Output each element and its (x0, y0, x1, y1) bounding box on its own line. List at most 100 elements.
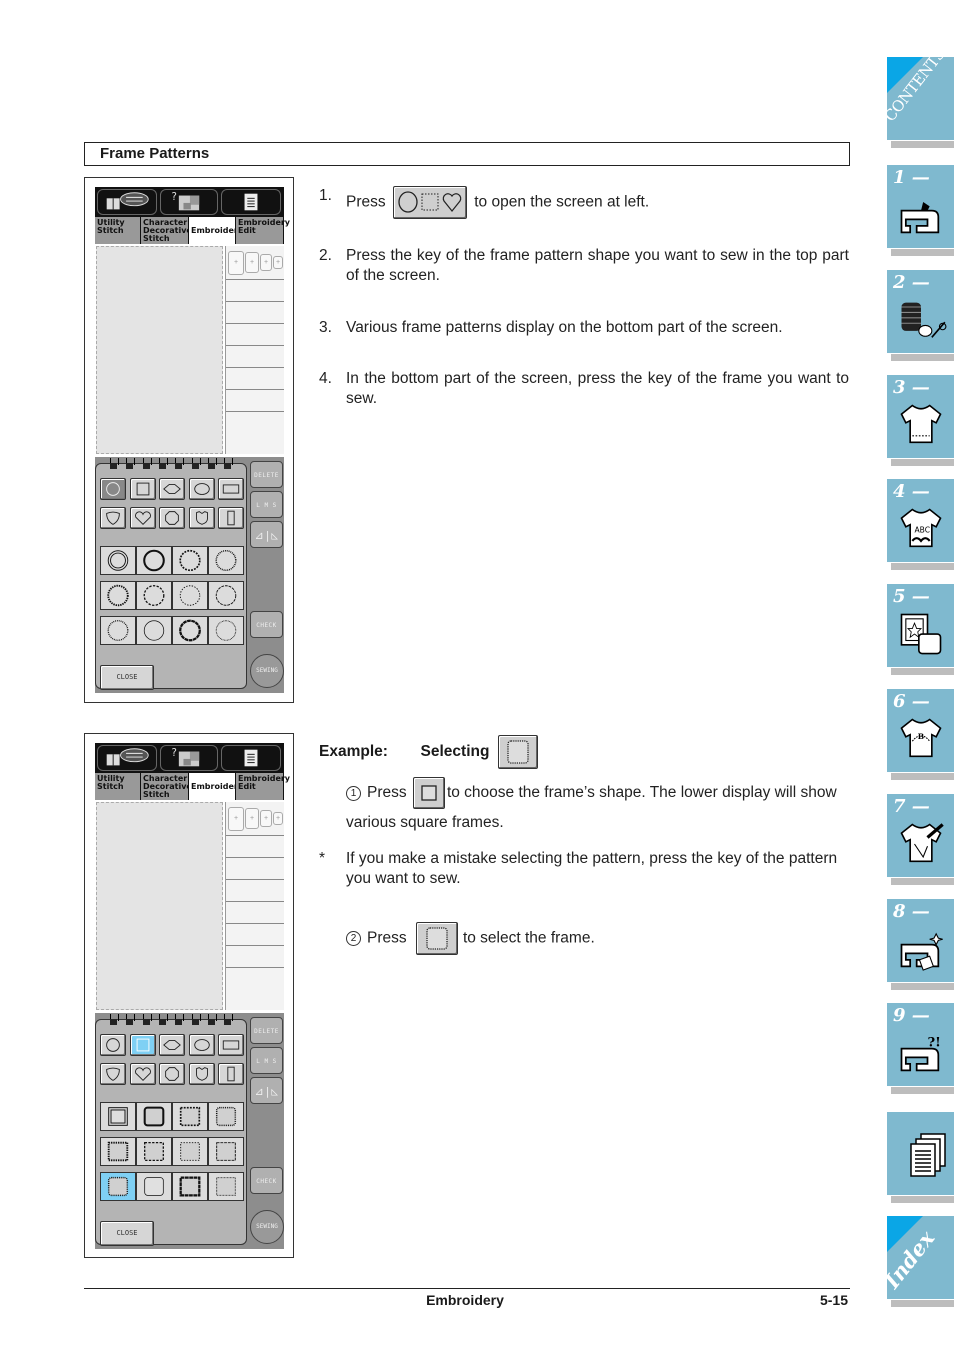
check-button[interactable]: CHECK (250, 1167, 283, 1194)
shape-key-rectangle[interactable] (218, 478, 244, 500)
frame-key-scalloped-square[interactable] (100, 1172, 136, 1201)
settings-list-button[interactable] (221, 745, 281, 771)
shape-key-diamond[interactable] (159, 1034, 185, 1056)
sidebar-chapter-tab-4[interactable]: 4 — ABC (887, 479, 954, 571)
frame-key-zigzag-circle[interactable] (172, 581, 208, 610)
frame-patterns-key[interactable] (392, 186, 467, 219)
sidebar-chapter-tab-6[interactable]: 6 — B (887, 689, 954, 780)
frame-key-dotted-square[interactable] (172, 1102, 208, 1131)
frame-key-dashed-circle[interactable] (136, 581, 172, 610)
reference-button[interactable] (97, 189, 157, 215)
hoop-icon: + (245, 808, 259, 829)
frame-key-wavy-square[interactable] (208, 1137, 244, 1166)
frame-key-double-circle[interactable] (100, 546, 136, 575)
frame-key-fine-circle[interactable] (208, 616, 244, 645)
shape-key-shield[interactable] (100, 507, 126, 529)
frame-key-dashed-square[interactable] (136, 1137, 172, 1166)
square-shape-key[interactable] (412, 777, 445, 809)
size-button[interactable]: L M S (250, 491, 283, 518)
sidebar-contents-tab[interactable]: CONTENTS (881, 45, 954, 148)
tab-utility-stitch[interactable]: Utility Stitch (95, 773, 141, 800)
frame-key-stitched-circle[interactable] (100, 616, 136, 645)
frame-key-dotted-circle[interactable] (172, 546, 208, 575)
machine-trouble-icon: ?! (900, 1036, 941, 1072)
shape-key-tall-rectangle[interactable] (218, 507, 244, 529)
shape-key-diamond[interactable] (159, 478, 185, 500)
close-button[interactable]: CLOSE (100, 665, 154, 690)
sidebar-chapter-tab-1[interactable]: 1 — (887, 165, 954, 256)
step-text: Press the key of the frame pattern shape… (346, 247, 849, 284)
tab-utility-stitch[interactable]: Utility Stitch (95, 217, 141, 244)
sidebar-chapter-tab-3[interactable]: 3 — (887, 374, 954, 466)
frame-key-scalloped-square[interactable] (208, 1102, 244, 1131)
lcd-screen: ? Utility Stitch Character Decorative Stitch… (95, 743, 290, 1249)
frame-key-plain-square[interactable] (136, 1172, 172, 1201)
sidebar-chapter-tab-7[interactable]: 7 — (887, 793, 954, 885)
shape-key-square[interactable] (129, 478, 156, 500)
frame-key-beaded-circle[interactable] (100, 581, 136, 610)
delete-button[interactable]: DELETE (250, 461, 283, 488)
circled-number: 2 (346, 931, 361, 946)
frame-key-fine-square[interactable] (208, 1172, 244, 1201)
bold-circle-icon (143, 549, 165, 572)
frame-key-zigzag-square[interactable] (172, 1137, 208, 1166)
hoop-icon: + (228, 250, 244, 275)
mirror-button[interactable]: ⊿|◺ (250, 1077, 283, 1104)
tab-embroidery[interactable]: Embroidery (189, 217, 243, 244)
tab-character-decorative-stitch[interactable]: Character Decorative Stitch (141, 217, 192, 244)
shape-key-crest[interactable] (188, 507, 215, 529)
settings-list-button[interactable] (221, 189, 281, 215)
diamond-icon (163, 1040, 181, 1050)
reference-button[interactable] (97, 745, 157, 771)
sewing-button[interactable]: SEWING (250, 1210, 284, 1244)
tab-character-decorative-stitch[interactable]: Character Decorative Stitch (141, 773, 192, 800)
shape-key-circle[interactable] (100, 1034, 126, 1056)
size-button[interactable]: L M S (250, 1047, 283, 1074)
frame-key-bold-circle[interactable] (136, 546, 172, 575)
tab-embroidery[interactable]: Embroidery (189, 773, 243, 800)
shape-key-octagon[interactable] (159, 1063, 185, 1085)
shape-key-oval[interactable] (188, 1034, 215, 1056)
sidebar-index-tab[interactable]: Index (879, 1216, 954, 1307)
frame-key-double-square[interactable] (100, 1102, 136, 1131)
machine-help-icon: ? (171, 192, 200, 211)
shape-key-crest[interactable] (188, 1063, 215, 1085)
frame-key-scalloped-circle[interactable] (208, 546, 244, 575)
shape-key-rectangle[interactable] (218, 1034, 244, 1056)
delete-button[interactable]: DELETE (250, 1017, 283, 1044)
tab-embroidery-edit[interactable]: Embroidery Edit (236, 773, 290, 800)
sidebar-chapter-tab-2[interactable]: 2 — (887, 269, 954, 361)
shape-key-heart[interactable] (129, 1063, 156, 1085)
binder-ring-icon (158, 1014, 168, 1026)
frame-key-beaded-square[interactable] (100, 1137, 136, 1166)
scalloped-square-key[interactable] (415, 922, 458, 955)
mirror-button[interactable]: ⊿|◺ (250, 521, 283, 548)
frame-key-wavy-circle[interactable] (208, 581, 244, 610)
shape-key-tall-rectangle[interactable] (218, 1063, 244, 1085)
close-button[interactable]: CLOSE (100, 1221, 154, 1246)
shape-key-octagon[interactable] (159, 507, 185, 529)
help-button[interactable]: ? (160, 189, 218, 215)
shape-key-square[interactable] (129, 1034, 156, 1056)
sidebar-list-tab[interactable] (887, 1112, 954, 1203)
shape-key-heart[interactable] (129, 507, 156, 529)
tab-embroidery-edit[interactable]: Embroidery Edit (236, 217, 290, 244)
check-button[interactable]: CHECK (250, 611, 283, 638)
frame-key-heavy-circle[interactable] (172, 616, 208, 645)
info-row (226, 367, 284, 389)
frame-key-plain-circle[interactable] (136, 616, 172, 645)
shape-key-oval[interactable] (188, 478, 215, 500)
sidebar-chapter-tab-5[interactable]: 5 — (887, 584, 954, 676)
shape-key-shield[interactable] (100, 1063, 126, 1085)
hoop-icon: + (273, 256, 283, 269)
hoop-icon: + (228, 806, 244, 831)
sewing-button[interactable]: SEWING (250, 654, 284, 688)
document-stack-icon (910, 1133, 946, 1177)
help-button[interactable]: ? (160, 745, 218, 771)
sidebar-chapter-tab-8[interactable]: 8 — (887, 898, 954, 990)
sidebar-chapter-tab-9[interactable]: 9 — ?! (887, 1003, 954, 1095)
scalloped-square-key[interactable] (497, 735, 538, 769)
frame-key-heavy-square[interactable] (172, 1172, 208, 1201)
frame-key-bold-square[interactable] (136, 1102, 172, 1131)
shape-key-circle[interactable] (100, 478, 126, 500)
